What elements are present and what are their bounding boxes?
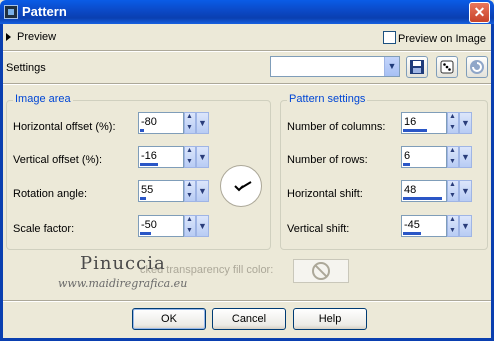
- chevron-down-icon[interactable]: ▼: [459, 215, 472, 237]
- rotation-dial[interactable]: [220, 165, 262, 207]
- title-bar: Pattern ✕: [0, 0, 494, 24]
- vertical-shift-input[interactable]: -45: [401, 215, 447, 237]
- spin-arrows-icon[interactable]: [184, 180, 196, 202]
- rotation-angle-spinner[interactable]: 55 ▼: [138, 180, 210, 202]
- vertical-offset-spinner[interactable]: -16 ▼: [138, 146, 210, 168]
- chevron-down-icon[interactable]: ▼: [459, 146, 472, 168]
- chevron-down-icon[interactable]: ▼: [384, 57, 399, 76]
- ok-button[interactable]: OK: [132, 308, 206, 330]
- rotation-angle-input[interactable]: 55: [138, 180, 184, 202]
- chevron-down-icon[interactable]: ▼: [196, 180, 209, 202]
- value-bar: [140, 197, 146, 200]
- close-button[interactable]: ✕: [469, 2, 490, 23]
- help-button[interactable]: Help: [293, 308, 367, 330]
- rotation-dial-needle-icon: [234, 181, 252, 192]
- number-of-columns-spinner[interactable]: 16 ▼: [401, 112, 473, 134]
- separator: [3, 300, 491, 302]
- value-bar: [140, 232, 151, 235]
- value-bar: [140, 129, 144, 132]
- spin-arrows-icon[interactable]: [447, 112, 459, 134]
- value-bar: [140, 163, 158, 166]
- vertical-offset-input[interactable]: -16: [138, 146, 184, 168]
- chevron-down-icon[interactable]: ▼: [196, 146, 209, 168]
- expand-arrow-icon: [6, 33, 11, 41]
- randomize-button[interactable]: [436, 56, 458, 78]
- value-bar: [403, 197, 442, 200]
- preview-toggle[interactable]: Preview: [6, 31, 56, 43]
- cancel-button[interactable]: Cancel: [212, 308, 286, 330]
- checkbox-box[interactable]: [383, 31, 396, 44]
- chevron-down-icon[interactable]: ▼: [196, 215, 209, 237]
- spin-arrows-icon[interactable]: [184, 215, 196, 237]
- chevron-down-icon[interactable]: ▼: [459, 112, 472, 134]
- dice-icon: [440, 60, 454, 74]
- pattern-settings-title: Pattern settings: [287, 93, 368, 105]
- value-bar: [403, 232, 421, 235]
- watermark-url: www.maidiregrafica.eu: [58, 277, 188, 290]
- spin-arrows-icon[interactable]: [447, 180, 459, 202]
- spin-arrows-icon[interactable]: [184, 146, 196, 168]
- rotation-angle-label: Rotation angle:: [13, 188, 87, 200]
- preview-on-image-label: Preview on Image: [398, 33, 487, 45]
- horizontal-shift-input[interactable]: 48: [401, 180, 447, 202]
- separator: [3, 50, 491, 52]
- settings-label: Settings: [6, 62, 46, 74]
- reset-button[interactable]: [466, 56, 488, 78]
- horizontal-offset-label: Horizontal offset (%):: [13, 121, 116, 133]
- horizontal-shift-spinner[interactable]: 48 ▼: [401, 180, 473, 202]
- floppy-disk-icon: [410, 60, 424, 74]
- vertical-shift-label: Vertical shift:: [287, 223, 350, 235]
- app-icon: [4, 5, 18, 19]
- reset-icon: [470, 60, 484, 74]
- horizontal-offset-input[interactable]: -80: [138, 112, 184, 134]
- no-symbol-icon: [312, 262, 330, 280]
- spin-arrows-icon[interactable]: [184, 112, 196, 134]
- separator: [3, 83, 491, 85]
- chevron-down-icon[interactable]: ▼: [196, 112, 209, 134]
- horizontal-shift-label: Horizontal shift:: [287, 188, 363, 200]
- preview-on-image-checkbox[interactable]: Preview on Image: [383, 31, 486, 45]
- horizontal-offset-spinner[interactable]: -80 ▼: [138, 112, 210, 134]
- vertical-offset-label: Vertical offset (%):: [13, 154, 103, 166]
- watermark-name: Pinuccia: [80, 253, 166, 274]
- vertical-shift-spinner[interactable]: -45 ▼: [401, 215, 473, 237]
- value-bar: [403, 129, 427, 132]
- value-bar: [403, 163, 410, 166]
- save-preset-button[interactable]: [406, 56, 428, 78]
- scale-factor-label: Scale factor:: [13, 223, 75, 235]
- number-of-columns-label: Number of columns:: [287, 121, 386, 133]
- scale-factor-spinner[interactable]: -50 ▼: [138, 215, 210, 237]
- window-title: Pattern: [22, 4, 67, 19]
- transparency-color-swatch[interactable]: [293, 259, 349, 283]
- number-of-rows-spinner[interactable]: 6 ▼: [401, 146, 473, 168]
- number-of-rows-input[interactable]: 6: [401, 146, 447, 168]
- number-of-rows-label: Number of rows:: [287, 154, 368, 166]
- image-area-title: Image area: [13, 93, 73, 105]
- spin-arrows-icon[interactable]: [447, 215, 459, 237]
- scale-factor-input[interactable]: -50: [138, 215, 184, 237]
- preview-label: Preview: [17, 31, 57, 43]
- chevron-down-icon[interactable]: ▼: [459, 180, 472, 202]
- spin-arrows-icon[interactable]: [447, 146, 459, 168]
- preset-combobox[interactable]: ▼: [270, 56, 400, 77]
- number-of-columns-input[interactable]: 16: [401, 112, 447, 134]
